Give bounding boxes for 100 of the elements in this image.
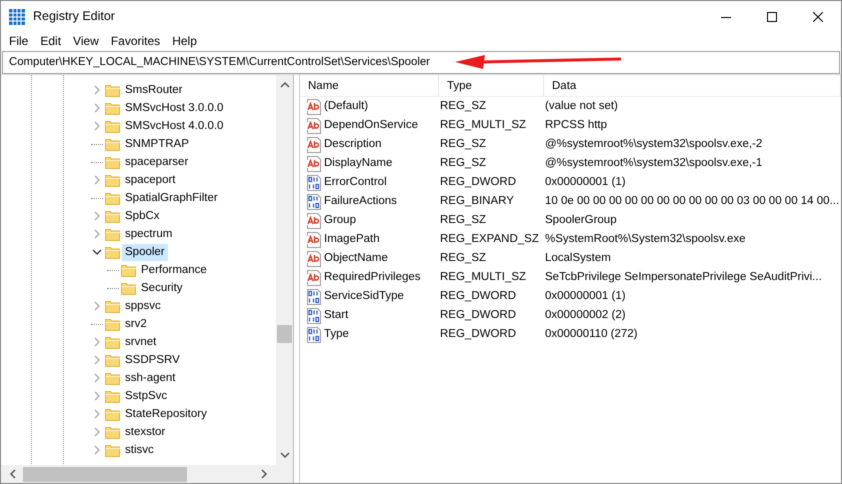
value-type: REG_DWORD [439, 288, 518, 304]
value-name[interactable]: DependOnService [324, 116, 418, 134]
value-name[interactable]: Type [324, 326, 349, 344]
value-name[interactable]: ServiceSidType [324, 288, 404, 306]
scroll-up-icon[interactable] [280, 81, 290, 89]
tree-item[interactable]: ssh-agent [122, 370, 179, 386]
tree-item[interactable]: stexstor [122, 424, 168, 440]
tree-item[interactable]: SpbCx [122, 208, 163, 224]
tree-item[interactable]: Security [138, 280, 186, 296]
folder-icon [105, 371, 121, 385]
tree-item[interactable]: spectrum [122, 226, 176, 242]
menu-item[interactable]: Edit [34, 33, 68, 50]
tree-item[interactable]: StateRepository [122, 406, 210, 422]
string-value-icon [306, 212, 322, 228]
binary-value-icon [306, 194, 322, 210]
value-type: REG_EXPAND_SZ [439, 232, 540, 247]
binary-value-icon [306, 288, 322, 304]
scroll-left-icon[interactable] [9, 469, 17, 479]
folder-icon [105, 335, 121, 349]
binary-value-icon [306, 326, 322, 342]
value-type: REG_DWORD [439, 326, 518, 342]
folder-icon [105, 155, 121, 169]
tree-item[interactable]: SMSvcHost 4.0.0.0 [122, 118, 226, 134]
tree-item[interactable]: spaceparser [122, 154, 192, 170]
scroll-down-icon[interactable] [280, 451, 290, 459]
column-header[interactable]: Data [544, 74, 841, 96]
value-name[interactable]: ImagePath [324, 230, 380, 248]
menu-item[interactable]: File [3, 33, 34, 50]
folder-icon [105, 101, 121, 115]
tree-item[interactable]: srvnet [122, 334, 160, 350]
value-type: REG_SZ [439, 98, 488, 114]
value-name[interactable]: FailureActions [324, 192, 397, 210]
folder-icon [105, 425, 121, 439]
menu-item[interactable]: Help [166, 33, 203, 50]
value-data: (value not set) [544, 98, 619, 114]
value-data: RPCSS http [544, 118, 608, 133]
value-data: 0x00000001 (1) [544, 288, 627, 304]
folder-icon [105, 443, 121, 457]
string-value-icon [306, 118, 322, 134]
folder-icon [105, 299, 121, 313]
tree-item[interactable]: SstpSvc [122, 388, 170, 404]
folder-icon [105, 353, 121, 367]
folder-icon [105, 119, 121, 133]
value-name[interactable]: Group [324, 212, 356, 230]
maximize-icon [767, 12, 777, 22]
folder-icon [105, 245, 121, 259]
value-data: LocalSystem [544, 250, 612, 266]
tree-item[interactable]: Performance [138, 262, 210, 278]
folder-icon [105, 407, 121, 421]
menu-item[interactable]: View [67, 33, 105, 50]
tree-item[interactable]: SSDPSRV [122, 352, 183, 368]
value-name[interactable]: Description [324, 136, 382, 154]
tree-item[interactable]: SNMPTRAP [122, 136, 192, 152]
value-type: REG_DWORD [439, 174, 518, 190]
tree-item[interactable]: sppsvc [122, 298, 164, 314]
value-data: %SystemRoot%\System32\spoolsv.exe [544, 232, 746, 247]
window-title: Registry Editor [33, 8, 115, 26]
binary-value-icon [306, 308, 322, 324]
value-name[interactable]: ErrorControl [324, 174, 387, 192]
value-data: @%systemroot%\system32\spoolsv.exe,-2 [544, 136, 764, 152]
scrollbar-thumb[interactable] [23, 466, 187, 482]
string-value-icon [306, 232, 322, 248]
binary-value-icon [306, 174, 322, 190]
folder-icon [121, 281, 137, 295]
tree-item[interactable]: stisvc [122, 442, 157, 458]
value-type: REG_SZ [439, 250, 488, 266]
address-bar[interactable]: Computer\HKEY_LOCAL_MACHINE\SYSTEM\CurrentControlSet\Services\Spooler [2, 51, 840, 74]
tree-item[interactable]: spaceport [122, 172, 179, 188]
folder-icon [105, 389, 121, 403]
folder-icon [105, 227, 121, 241]
value-name[interactable]: Start [324, 306, 348, 324]
scrollbar-thumb[interactable] [277, 325, 292, 343]
value-name[interactable]: DisplayName [324, 154, 392, 172]
value-name[interactable]: (Default) [324, 98, 368, 116]
folder-icon [121, 263, 137, 277]
column-header[interactable]: Name [300, 74, 439, 96]
tree-item[interactable]: srv2 [122, 316, 150, 332]
value-data: @%systemroot%\system32\spoolsv.exe,-1 [544, 156, 764, 171]
menu-item[interactable]: Favorites [104, 33, 166, 50]
value-type: REG_BINARY [439, 194, 515, 209]
value-type: REG_SZ [439, 212, 488, 228]
string-value-icon [306, 136, 322, 152]
scroll-right-icon[interactable] [260, 469, 268, 479]
value-name[interactable]: RequiredPrivileges [324, 268, 421, 286]
folder-icon [105, 173, 121, 187]
string-value-icon [306, 98, 322, 114]
value-data: SpoolerGroup [544, 212, 618, 228]
column-header[interactable]: Type [439, 74, 544, 96]
tree-item[interactable]: SpatialGraphFilter [122, 190, 221, 206]
tree-item[interactable]: SMSvcHost 3.0.0.0 [122, 100, 226, 116]
tree-item[interactable]: Spooler [122, 244, 168, 260]
tree-item[interactable]: SmsRouter [122, 82, 186, 98]
value-type: REG_MULTI_SZ [439, 270, 528, 285]
value-name[interactable]: ObjectName [324, 250, 388, 268]
value-type: REG_DWORD [439, 308, 518, 323]
value-type: REG_SZ [439, 156, 488, 171]
value-type: REG_SZ [439, 136, 488, 152]
value-data: 0x00000110 (272) [544, 326, 638, 342]
value-data: 10 0e 00 00 00 00 00 00 00 00 00 00 03 00 00 00 14 00... [544, 194, 840, 209]
app-icon [9, 8, 25, 24]
